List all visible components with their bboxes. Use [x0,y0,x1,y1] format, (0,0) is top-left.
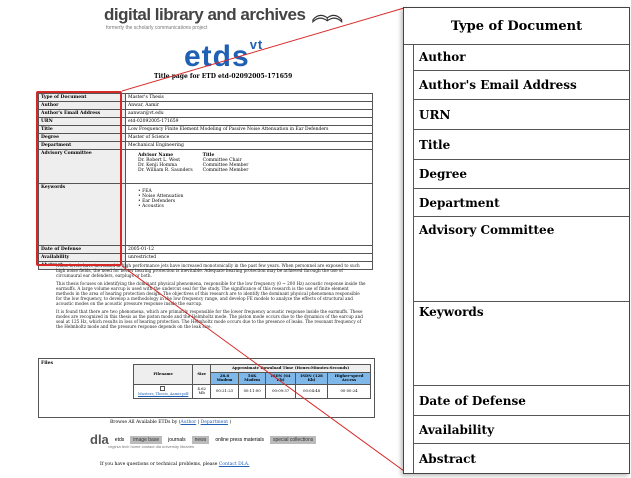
dla-footer-logo[interactable]: dla [90,432,109,447]
zoom-keywords: Keywords [413,302,629,386]
browse-suffix: ) [228,420,232,425]
advisor-name: Dr. William R. Saunders [138,168,193,173]
abstract-paragraph: This thesis focuses on identifying the d… [56,281,366,306]
speed-header: ISDN (64 Kb) [265,371,297,385]
title-value: Low Frequency Finite Element Modeling of… [125,125,373,134]
file-checkbox[interactable] [159,385,165,391]
footer-sublinks[interactable]: virginia tech home contact dla universit… [108,444,194,449]
nav-online-press[interactable]: online press materials [215,437,264,443]
speed-header: Higher-speed Access [327,371,371,385]
logo-text: digital library and archives [104,5,306,24]
size-header: Size [192,364,212,385]
abstract-text: Noise levels have increased in high perf… [56,263,366,332]
browse-prefix: Browse All Available ETDs by ( [110,420,181,425]
degree-value: Master of Science [125,133,373,142]
browse-author-link[interactable]: Author [181,420,197,425]
zoom-abstract: Abstract [419,451,476,466]
contact-dla-link[interactable]: Contact DLA. [219,462,250,467]
keywords-value: • FEA • Noise Attenuation • Ear Defender… [125,183,373,246]
file-link[interactable]: Masters_Thesis_Aamir.pdf [138,391,188,396]
table-row: Masters_Thesis_Aamir.pdf 4.62 Mb 00:21:2… [132,383,371,399]
open-book-icon [312,14,343,24]
zoom-degree: Degree [413,160,629,189]
zoom-urn: URN [413,100,629,130]
etds-word: etds [184,40,250,73]
nav-image-base[interactable]: image base [130,435,163,444]
zoom-email: Author's Email Address [413,71,629,100]
file-size: 4.62 Mb [192,383,212,399]
advisor-titles: Title Committee Chair Committee Member C… [203,153,249,173]
download-time: 00:04:48 [295,383,329,399]
abstract-paragraph: It is found that there are two phenomena… [56,309,363,329]
download-time: 00:21:23 [210,383,239,399]
urn-value: etd-02092005-171659 [125,117,373,126]
zoom-author: Author [413,44,629,71]
speed-header: 28.8 Modem [210,371,239,385]
browse-line: Browse All Available ETDs by (Author | D… [110,420,231,425]
speed-header: ISDN (128 Kb) [295,371,329,385]
availability-value: unrestricted [125,253,373,262]
logo-subtitle: formerly the scholarly communications pr… [106,25,208,31]
etds-vt: vt [249,37,264,52]
contact-line: If you have questions or technical probl… [100,462,249,467]
files-table: Filename Size Approximate Download Time … [132,364,371,399]
advisor-names: Advisor Name Dr. Robert L. West Dr. Kenj… [138,153,193,173]
speed-header: 56K Modem [237,371,267,385]
zoom-advisory-committee: Advisory Committee [413,217,629,302]
keyword: Acoustics [142,204,164,209]
files-section: Files Filename Size Approximate Download… [38,358,375,418]
contact-prefix: If you have questions or technical probl… [100,462,219,467]
download-time: 00:00:24 [327,383,371,399]
advisor-title: Committee Member [202,168,249,173]
type-value: Master's Thesis [125,93,373,102]
filename-header: Filename [132,364,194,385]
highlight-box [36,91,122,266]
advisory-value: Advisor Name Dr. Robert L. West Dr. Kenj… [125,149,373,184]
browse-department-link[interactable]: Department [201,420,228,425]
nav-etds[interactable]: etds [115,437,124,443]
etds-logo: etdsvt [184,37,264,74]
zoom-availability: Availability [413,416,629,444]
download-time-header: Approximate Download Time (Hours:Minutes… [210,364,371,373]
files-label: Files [41,361,54,366]
zoomed-label-panel: Type of Document Author Author's Email A… [403,7,630,474]
page-title: Title page for ETD etd-02092005-171659 [154,73,293,80]
email-value[interactable]: aanwar@vt.edu [125,109,373,118]
nav-news[interactable]: news [191,435,210,444]
zoom-type-of-document: Type of Document [404,8,629,45]
table-row: Filename Size Approximate Download Time … [132,364,371,385]
zoom-title: Title [413,130,629,160]
file-cell: Masters_Thesis_Aamir.pdf [132,383,194,399]
nav-special-collections[interactable]: special collections [269,435,317,444]
dla-logo[interactable]: digital library and archives [104,4,344,26]
author-value: Anwar, Aamir [125,101,373,110]
zoom-department: Department [413,189,629,217]
download-time: 00:11:00 [237,383,267,399]
department-value: Mechanical Engineering [125,141,373,150]
defense-value: 2005-01-12 [125,245,373,254]
download-time: 00:09:37 [265,383,297,399]
zoom-date-of-defense: Date of Defense [413,386,629,416]
nav-journals[interactable]: journals [168,437,186,443]
